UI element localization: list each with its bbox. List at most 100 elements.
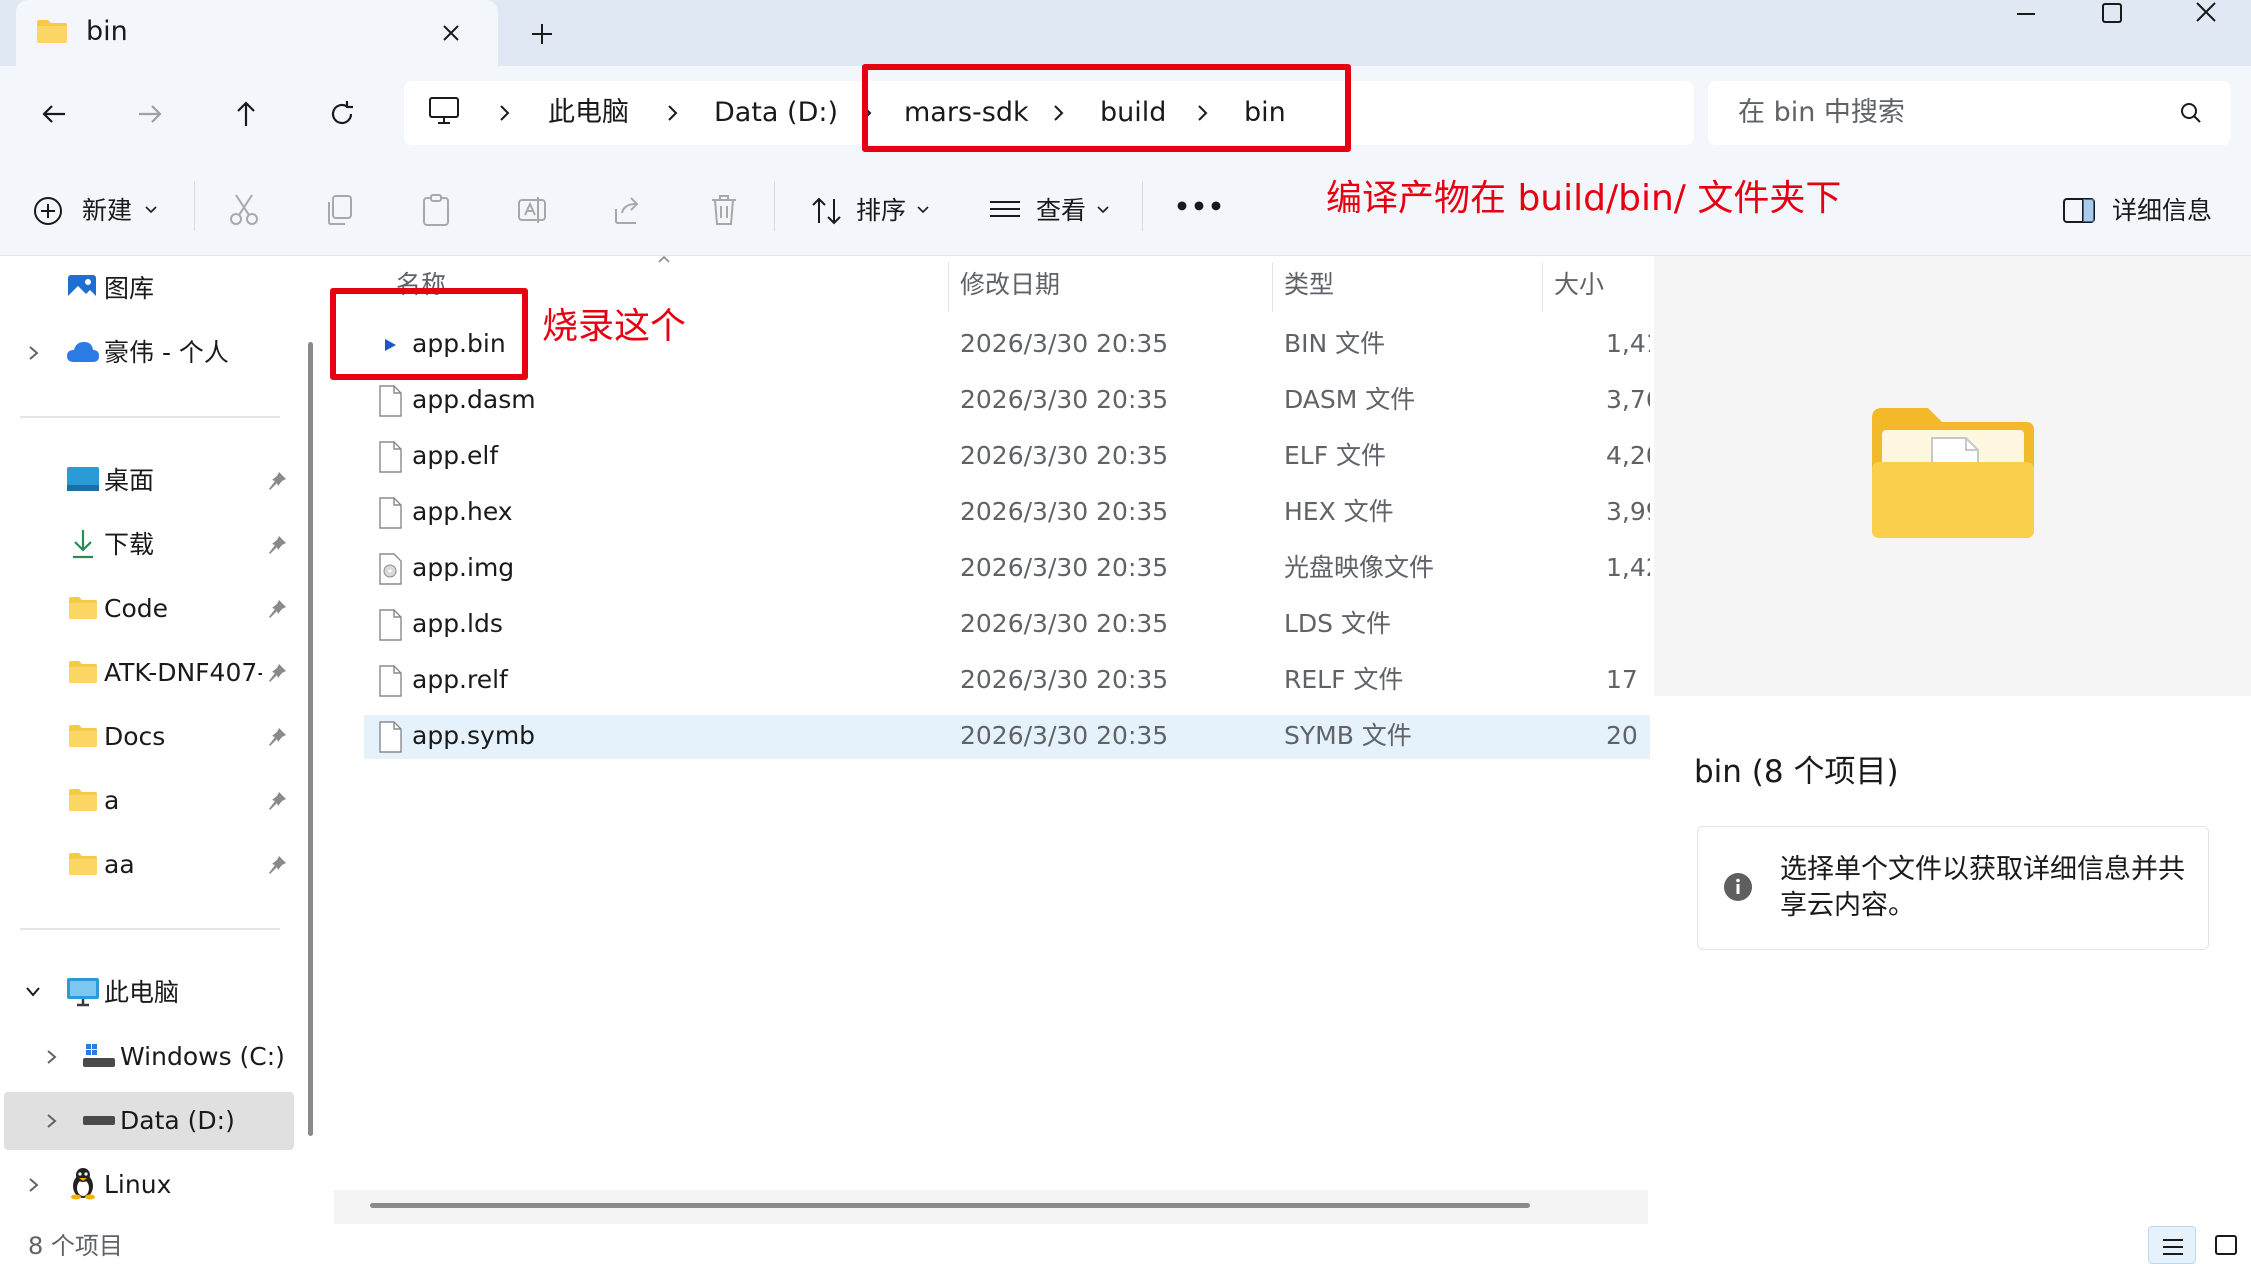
column-header-type[interactable]: 类型 bbox=[1284, 268, 1334, 302]
new-tab-icon[interactable] bbox=[526, 18, 558, 50]
column-header-date[interactable]: 修改日期 bbox=[960, 268, 1060, 302]
pin-icon bbox=[269, 600, 286, 618]
minimize-icon[interactable] bbox=[2000, 0, 2052, 30]
file-date: 2026/3/30 20:35 bbox=[960, 609, 1169, 638]
sidebar-scrollbar[interactable] bbox=[308, 342, 313, 1136]
highlight-box-app-bin bbox=[330, 288, 528, 380]
file-size: 4,20 bbox=[1606, 441, 1650, 470]
close-tab-icon[interactable] bbox=[436, 18, 466, 48]
horizontal-scrollbar-thumb[interactable] bbox=[370, 1203, 1530, 1208]
forward-button[interactable] bbox=[124, 90, 176, 138]
sidebar-item-code[interactable]: Code bbox=[0, 580, 300, 638]
tiles-view-button[interactable] bbox=[2208, 1226, 2244, 1264]
cut-icon[interactable] bbox=[228, 193, 260, 227]
maximize-icon[interactable] bbox=[2086, 0, 2138, 30]
pin-icon bbox=[269, 792, 286, 810]
annotation-burn-this: 烧录这个 bbox=[542, 306, 687, 347]
toolbar-divider bbox=[194, 181, 195, 231]
details-button[interactable]: 详细信息 bbox=[2062, 193, 2222, 229]
file-size: 1,42 bbox=[1606, 553, 1650, 582]
column-divider[interactable] bbox=[948, 262, 949, 312]
column-divider[interactable] bbox=[1272, 262, 1273, 312]
sidebar-item-linux[interactable]: Linux bbox=[0, 1156, 300, 1214]
windows-drive-icon bbox=[83, 1044, 115, 1067]
status-bar bbox=[0, 1224, 2251, 1264]
sidebar-item-atk[interactable]: ATK-DNF407- bbox=[0, 644, 300, 702]
file-type: 光盘映像文件 bbox=[1284, 553, 1435, 582]
info-icon bbox=[1723, 872, 1753, 902]
sidebar-item-aa[interactable]: aa bbox=[0, 836, 300, 894]
file-row-app-relf[interactable]: app.relf 2026/3/30 20:35 RELF 文件 17 bbox=[364, 659, 1650, 703]
file-type: LDS 文件 bbox=[1284, 609, 1391, 638]
monitor-icon[interactable] bbox=[428, 96, 460, 126]
arrow-up-icon bbox=[237, 101, 255, 126]
desktop-icon bbox=[67, 467, 99, 491]
file-date: 2026/3/30 20:35 bbox=[960, 497, 1169, 526]
folder-icon bbox=[69, 597, 97, 619]
paste-icon[interactable] bbox=[420, 193, 452, 227]
details-view-button[interactable] bbox=[2148, 1226, 2196, 1264]
file-name: app.elf bbox=[412, 441, 499, 470]
more-options-button[interactable]: ••• bbox=[1174, 190, 1225, 224]
breadcrumb-this-pc[interactable]: 此电脑 bbox=[548, 95, 629, 131]
file-date: 2026/3/30 20:35 bbox=[960, 665, 1169, 694]
view-button[interactable]: 查看 bbox=[988, 193, 1114, 229]
chevron-down-icon bbox=[1097, 206, 1109, 214]
new-button[interactable]: 新建 bbox=[32, 193, 162, 229]
sort-label: 排序 bbox=[856, 196, 907, 225]
sidebar-item-label: 此电脑 bbox=[104, 978, 180, 1007]
up-button[interactable] bbox=[220, 90, 272, 138]
copy-icon[interactable] bbox=[324, 193, 356, 227]
details-pane-icon bbox=[2063, 198, 2095, 223]
file-row-app-lds[interactable]: app.lds 2026/3/30 20:35 LDS 文件 bbox=[364, 603, 1650, 647]
close-window-icon[interactable] bbox=[2180, 0, 2232, 30]
sidebar-item-drive-d[interactable]: Data (D:) bbox=[4, 1092, 294, 1150]
chevron-right-icon[interactable] bbox=[662, 103, 682, 123]
sidebar-item-label: aa bbox=[104, 850, 135, 879]
column-divider[interactable] bbox=[1542, 262, 1543, 312]
details-title: bin (8 个项目) bbox=[1694, 754, 1899, 790]
file-type: DASM 文件 bbox=[1284, 385, 1416, 414]
sidebar-item-downloads[interactable]: 下载 bbox=[0, 516, 300, 574]
large-folder-icon bbox=[1868, 404, 2038, 540]
sidebar-item-docs[interactable]: Docs bbox=[0, 708, 300, 766]
linux-penguin-icon bbox=[71, 1168, 95, 1200]
delete-icon[interactable] bbox=[708, 193, 740, 227]
file-type: ELF 文件 bbox=[1284, 441, 1387, 470]
file-row-app-elf[interactable]: app.elf 2026/3/30 20:35 ELF 文件 4,20 bbox=[364, 435, 1650, 479]
pin-icon bbox=[269, 536, 286, 554]
list-view-icon bbox=[990, 201, 1020, 217]
breadcrumb-data-d[interactable]: Data (D:) bbox=[714, 95, 838, 131]
file-date: 2026/3/30 20:35 bbox=[960, 329, 1169, 358]
chevron-right-icon[interactable] bbox=[494, 103, 514, 123]
sidebar-item-desktop[interactable]: 桌面 bbox=[0, 452, 300, 510]
rename-icon[interactable] bbox=[516, 193, 548, 227]
tab-title: bin bbox=[86, 16, 128, 47]
search-placeholder: 在 bin 中搜索 bbox=[1738, 97, 1905, 128]
file-row-app-dasm[interactable]: app.dasm 2026/3/30 20:35 DASM 文件 3,76 bbox=[364, 379, 1650, 423]
sidebar-item-this-pc[interactable]: 此电脑 bbox=[0, 964, 300, 1022]
sort-button[interactable]: 排序 bbox=[810, 193, 935, 229]
file-type: RELF 文件 bbox=[1284, 665, 1404, 694]
file-row-app-img[interactable]: app.img 2026/3/30 20:35 光盘映像文件 1,42 bbox=[364, 547, 1650, 591]
sidebar-item-onedrive[interactable]: 豪伟 - 个人 bbox=[0, 324, 300, 382]
file-name: app.dasm bbox=[412, 385, 536, 414]
sidebar-item-label: Data (D:) bbox=[120, 1106, 235, 1135]
file-row-app-hex[interactable]: app.hex 2026/3/30 20:35 HEX 文件 3,99 bbox=[364, 491, 1650, 535]
column-header-size[interactable]: 大小 bbox=[1554, 268, 1604, 302]
share-icon[interactable] bbox=[612, 193, 644, 227]
back-button[interactable] bbox=[28, 90, 80, 138]
search-icon[interactable] bbox=[2178, 100, 2204, 126]
file-type: BIN 文件 bbox=[1284, 329, 1386, 358]
tab-bin[interactable]: bin bbox=[16, 0, 498, 66]
file-date: 2026/3/30 20:35 bbox=[960, 721, 1169, 750]
document-icon bbox=[379, 609, 402, 641]
refresh-button[interactable] bbox=[316, 90, 368, 138]
file-row-app-symb[interactable]: app.symb 2026/3/30 20:35 SYMB 文件 20 bbox=[364, 715, 1650, 759]
computer-icon bbox=[67, 978, 99, 1007]
file-size: 3,76 bbox=[1606, 385, 1650, 414]
sidebar-item-a[interactable]: a bbox=[0, 772, 300, 830]
file-name: app.hex bbox=[412, 497, 513, 526]
sidebar-item-gallery[interactable]: 图库 bbox=[0, 260, 300, 318]
sidebar-item-drive-c[interactable]: Windows (C:) bbox=[0, 1028, 300, 1086]
